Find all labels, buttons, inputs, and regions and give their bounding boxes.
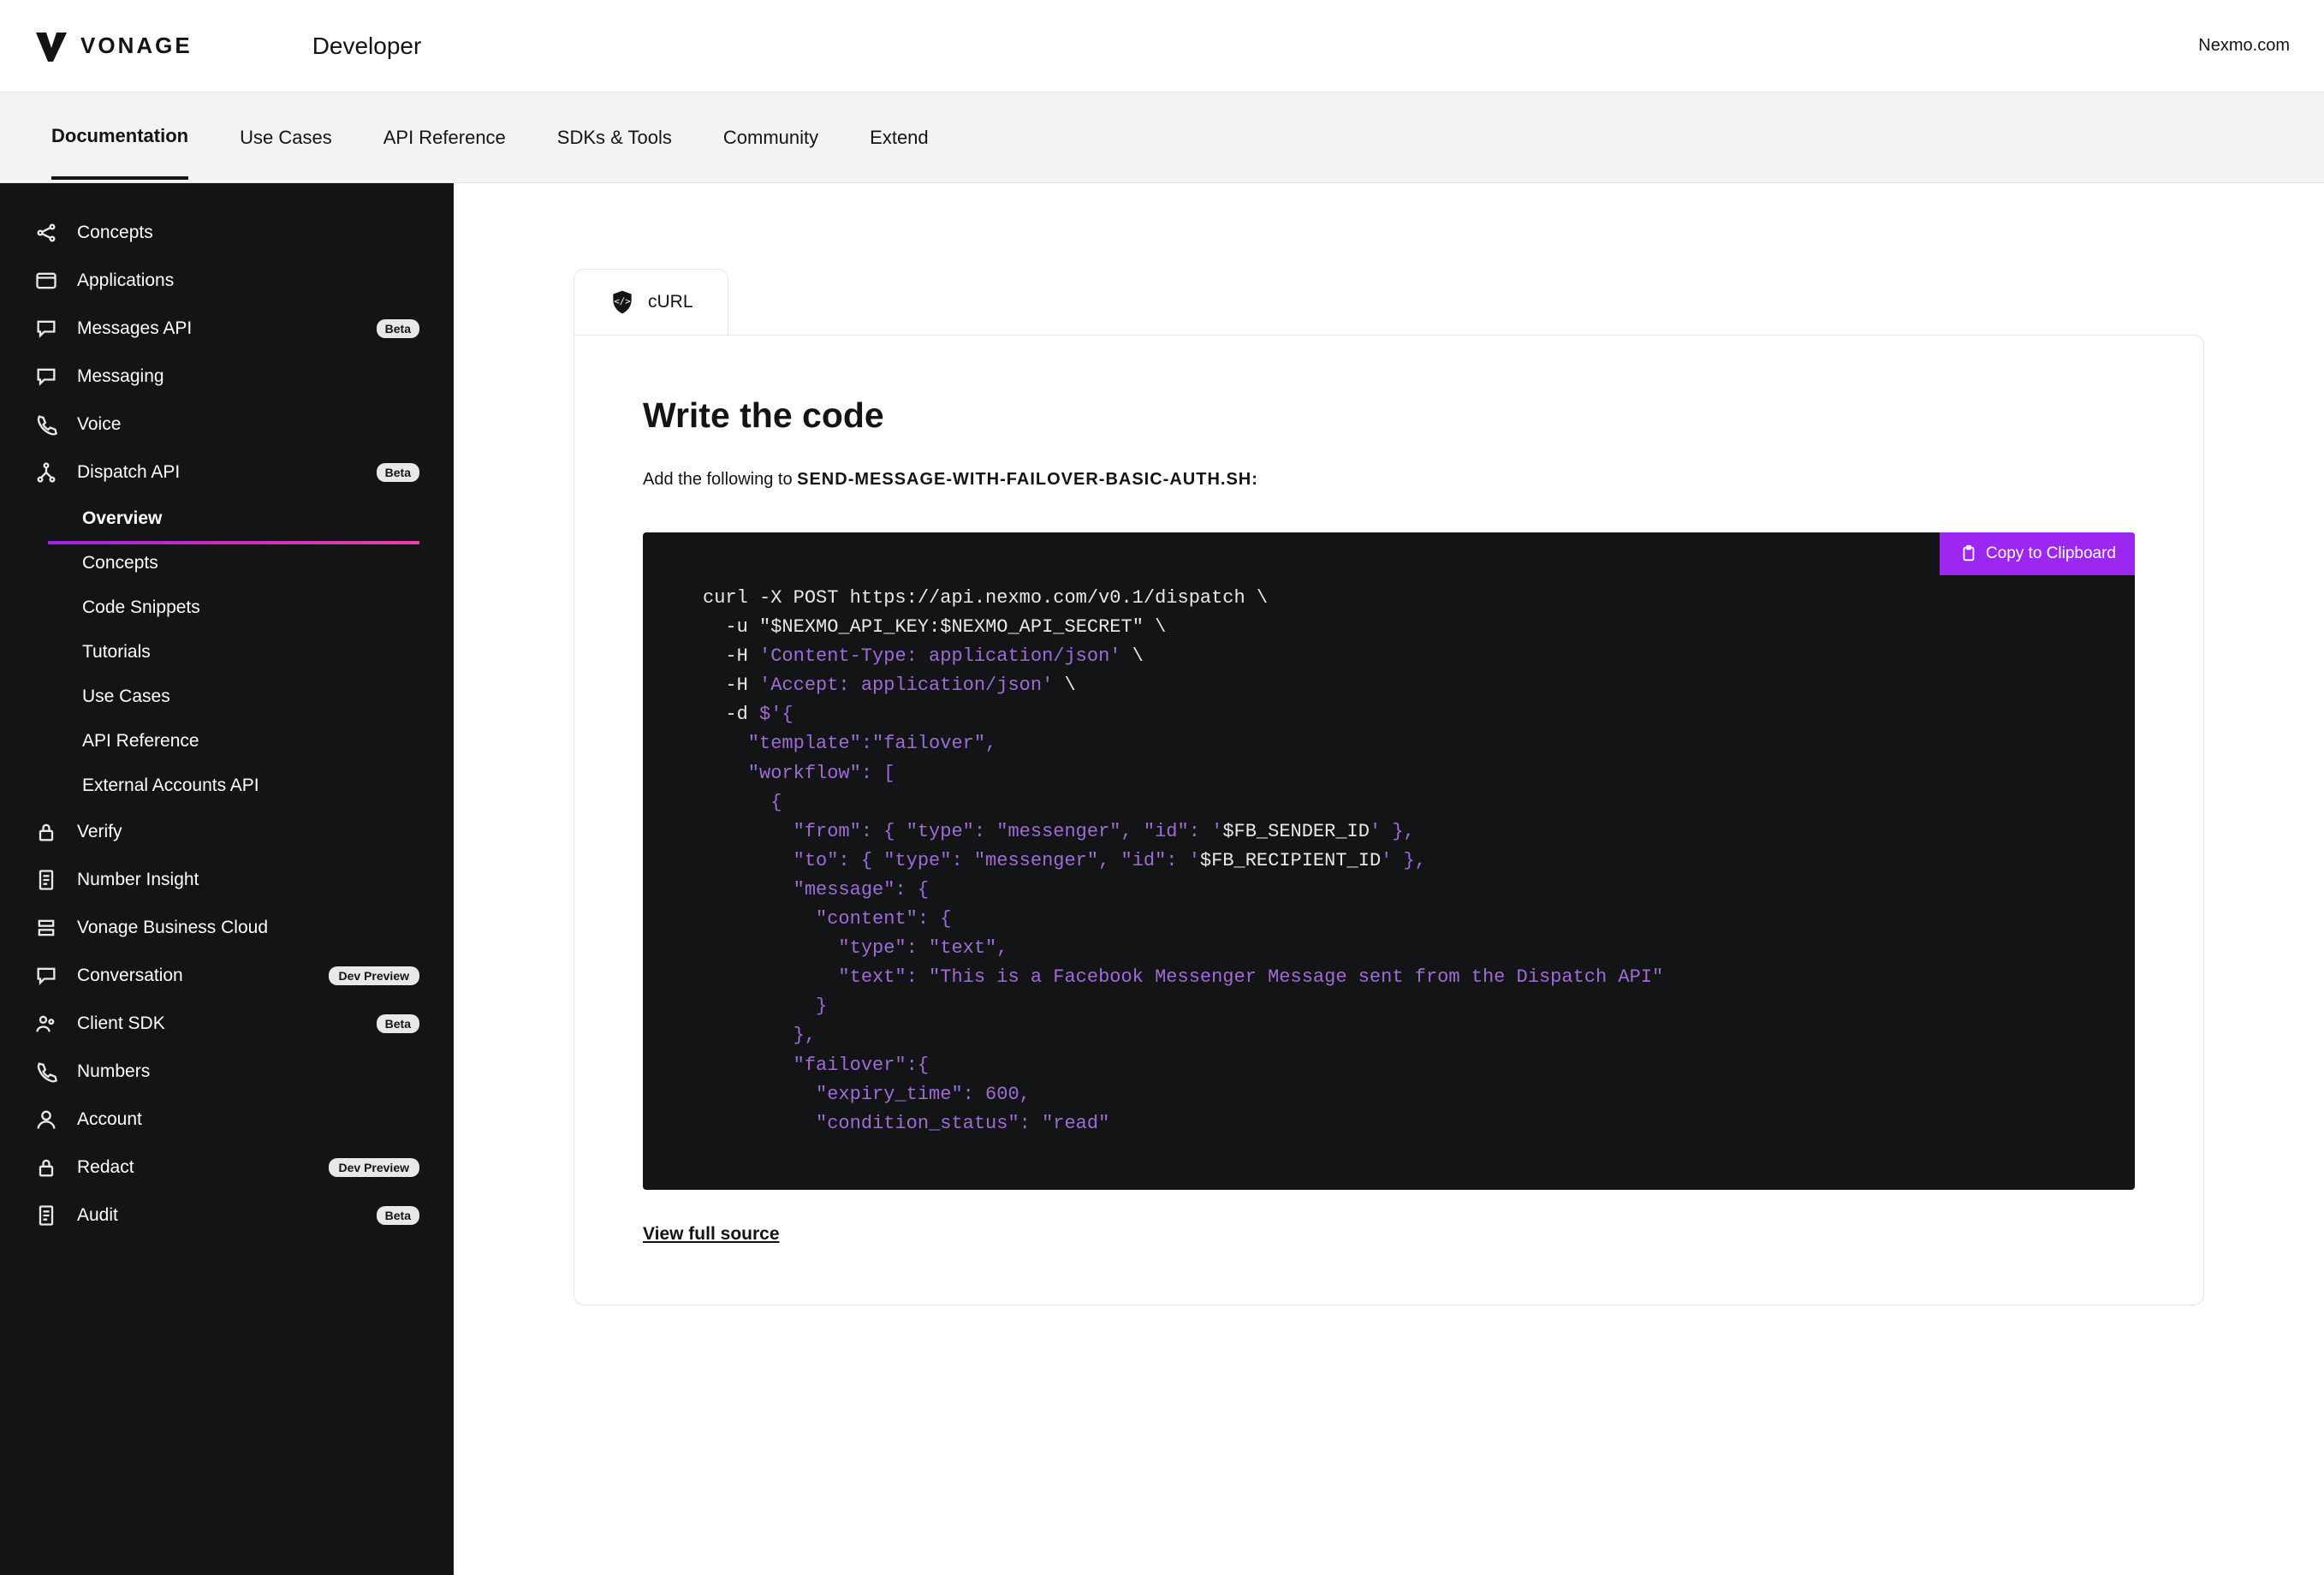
- brand-text: VONAGE: [80, 33, 193, 59]
- nav-extend[interactable]: Extend: [870, 98, 929, 178]
- sidebar-item-label: Applications: [77, 270, 174, 291]
- view-full-source-link[interactable]: View full source: [643, 1224, 780, 1245]
- doc-icon: [34, 1204, 58, 1227]
- sub-use-cases[interactable]: Use Cases: [48, 675, 454, 719]
- sidebar-item-label: Audit: [77, 1205, 118, 1226]
- sidebar-item-applications[interactable]: Applications: [0, 257, 454, 305]
- nexmo-link[interactable]: Nexmo.com: [2198, 36, 2290, 56]
- phone-icon: [34, 413, 58, 437]
- logo[interactable]: VONAGE: [34, 29, 193, 63]
- vonage-logo-icon: [34, 29, 68, 63]
- svg-text:</>: </>: [614, 296, 630, 307]
- sidebar-item-label: Concepts: [77, 223, 153, 243]
- sidebar-item-number-insight[interactable]: Number Insight: [0, 856, 454, 904]
- sidebar-item-label: Dispatch API: [77, 462, 180, 483]
- sidebar-item-client-sdk[interactable]: Client SDK Beta: [0, 1000, 454, 1048]
- stack-icon: [34, 916, 58, 940]
- panel-heading: Write the code: [643, 395, 2135, 436]
- sidebar-item-verify[interactable]: Verify: [0, 808, 454, 856]
- dial-icon: [34, 1060, 58, 1084]
- sidebar-item-label: Redact: [77, 1157, 134, 1178]
- sidebar-item-label: Verify: [77, 822, 122, 842]
- tree-icon: [34, 461, 58, 484]
- lock-icon: [34, 820, 58, 844]
- sidebar-item-label: Conversation: [77, 966, 183, 986]
- share-icon: [34, 221, 58, 245]
- sidebar-item-label: Account: [77, 1109, 142, 1130]
- sidebar-item-label: Client SDK: [77, 1013, 165, 1034]
- sidebar-item-label: Vonage Business Cloud: [77, 918, 268, 938]
- sub-external-accounts[interactable]: External Accounts API: [48, 764, 454, 808]
- shield-icon: </>: [609, 288, 636, 316]
- user-icon: [34, 1108, 58, 1132]
- sidebar-item-label: Messaging: [77, 366, 164, 387]
- clipboard-icon: [1958, 544, 1977, 563]
- sidebar: Concepts Applications Messages API Beta …: [0, 183, 454, 1575]
- sidebar-item-redact[interactable]: Redact Dev Preview: [0, 1144, 454, 1192]
- sidebar-item-concepts[interactable]: Concepts: [0, 209, 454, 257]
- doc-icon: [34, 868, 58, 892]
- nav-api-reference[interactable]: API Reference: [383, 98, 506, 178]
- dev-preview-badge: Dev Preview: [329, 966, 420, 985]
- nav-use-cases[interactable]: Use Cases: [240, 98, 332, 178]
- sidebar-item-audit[interactable]: Audit Beta: [0, 1192, 454, 1239]
- sidebar-item-label: Numbers: [77, 1061, 150, 1082]
- instruction: Add the following to SEND-MESSAGE-WITH-F…: [643, 470, 2135, 490]
- chat-icon: [34, 317, 58, 341]
- sidebar-sub-items: Overview Concepts Code Snippets Tutorial…: [0, 496, 454, 808]
- sub-tutorials[interactable]: Tutorials: [48, 630, 454, 675]
- lock-icon: [34, 1156, 58, 1180]
- sidebar-item-label: Messages API: [77, 318, 192, 339]
- content-panel: Write the code Add the following to SEND…: [574, 335, 2204, 1305]
- window-icon: [34, 269, 58, 293]
- tab-label: cURL: [648, 292, 693, 312]
- sidebar-item-vonage-business-cloud[interactable]: Vonage Business Cloud: [0, 904, 454, 952]
- beta-badge: Beta: [377, 1014, 419, 1033]
- filename: SEND-MESSAGE-WITH-FAILOVER-BASIC-AUTH.SH…: [797, 470, 1258, 489]
- sidebar-item-numbers[interactable]: Numbers: [0, 1048, 454, 1096]
- sub-api-reference[interactable]: API Reference: [48, 719, 454, 764]
- content: </> cURL Write the code Add the followin…: [454, 183, 2324, 1575]
- copy-to-clipboard-button[interactable]: Copy to Clipboard: [1940, 532, 2135, 575]
- sub-concepts[interactable]: Concepts: [48, 541, 454, 585]
- sidebar-item-dispatch-api[interactable]: Dispatch API Beta: [0, 449, 454, 496]
- sidebar-item-messages-api[interactable]: Messages API Beta: [0, 305, 454, 353]
- beta-badge: Beta: [377, 319, 419, 338]
- header: VONAGE Developer Nexmo.com: [0, 0, 2324, 92]
- nav-documentation[interactable]: Documentation: [51, 96, 188, 180]
- sub-overview[interactable]: Overview: [48, 496, 454, 541]
- dev-preview-badge: Dev Preview: [329, 1158, 420, 1177]
- developer-label: Developer: [312, 33, 422, 60]
- beta-badge: Beta: [377, 463, 419, 482]
- sidebar-item-messaging[interactable]: Messaging: [0, 353, 454, 401]
- users-icon: [34, 1012, 58, 1036]
- code-tab-curl[interactable]: </> cURL: [574, 269, 728, 335]
- sidebar-item-label: Voice: [77, 414, 121, 435]
- sidebar-item-account[interactable]: Account: [0, 1096, 454, 1144]
- chat-icon: [34, 365, 58, 389]
- nav-community[interactable]: Community: [723, 98, 818, 178]
- sidebar-item-conversation[interactable]: Conversation Dev Preview: [0, 952, 454, 1000]
- sub-code-snippets[interactable]: Code Snippets: [48, 585, 454, 630]
- top-nav: Documentation Use Cases API Reference SD…: [0, 92, 2324, 183]
- sidebar-item-voice[interactable]: Voice: [0, 401, 454, 449]
- chat-icon: [34, 964, 58, 988]
- sidebar-item-label: Number Insight: [77, 870, 199, 890]
- nav-sdks-tools[interactable]: SDKs & Tools: [557, 98, 672, 178]
- beta-badge: Beta: [377, 1206, 419, 1225]
- code-block: Copy to Clipboardcurl -X POST https://ap…: [643, 532, 2135, 1190]
